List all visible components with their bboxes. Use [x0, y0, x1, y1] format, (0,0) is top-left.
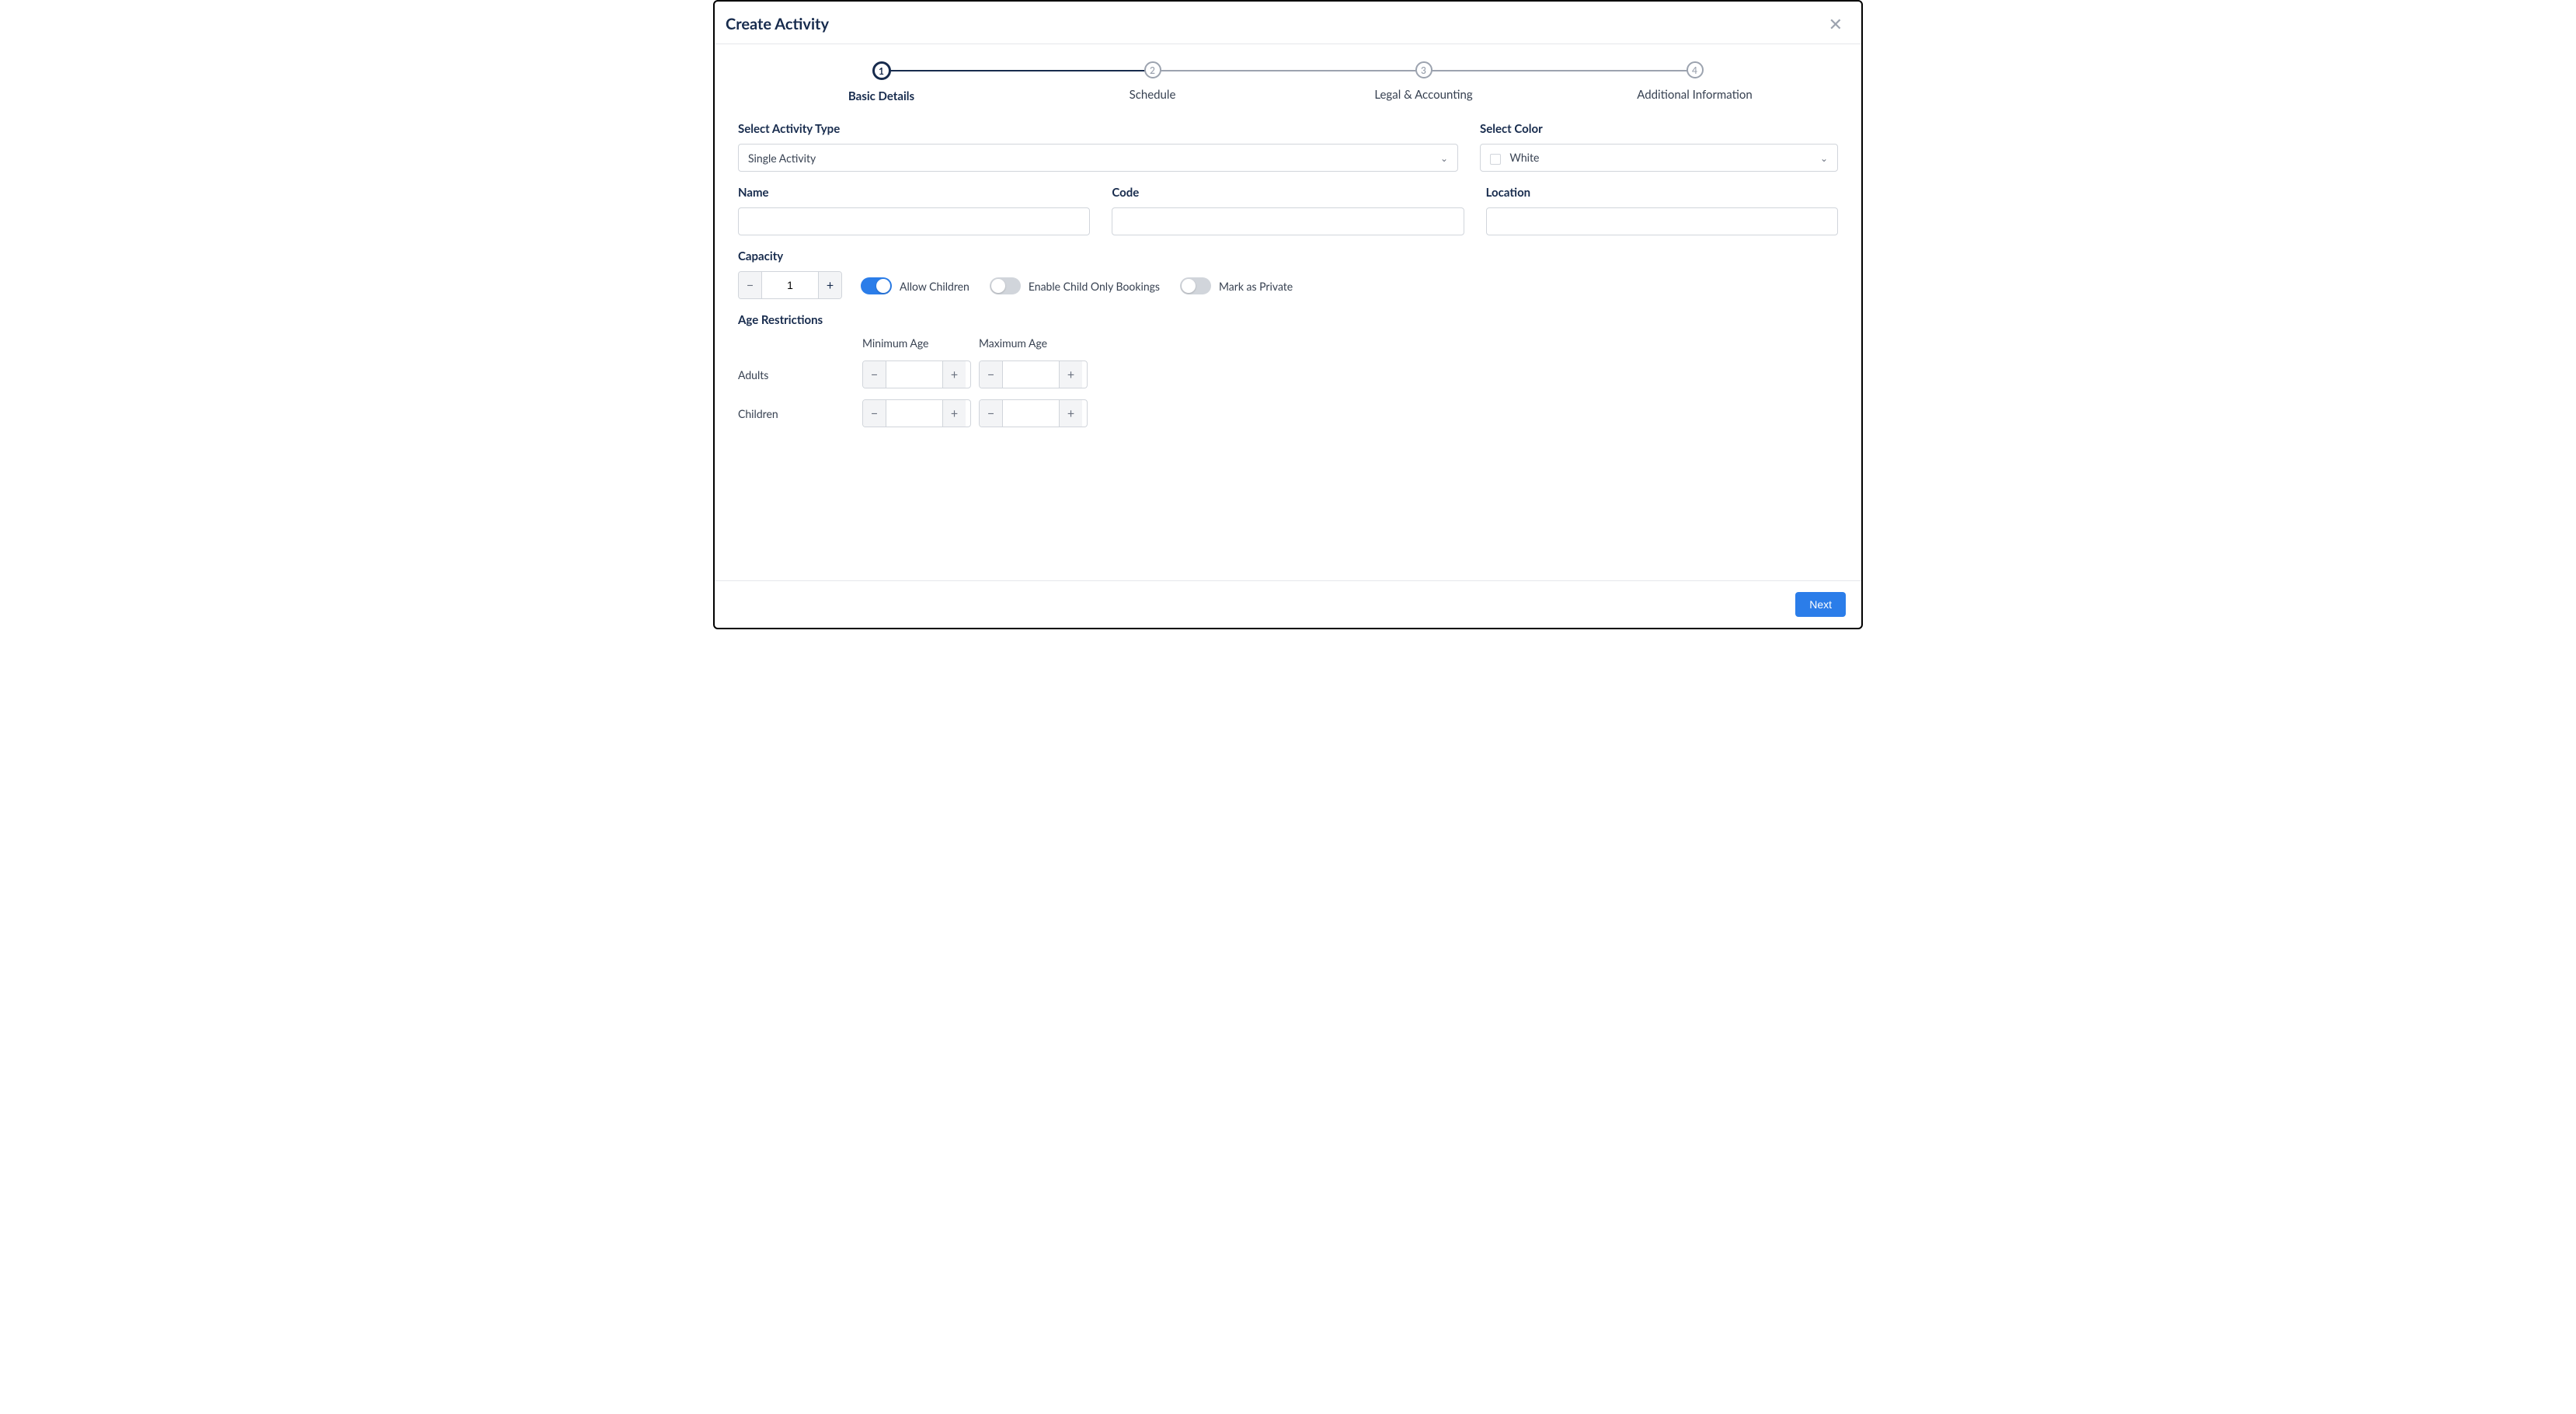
private-label: Mark as Private	[1219, 280, 1293, 293]
capacity-label: Capacity	[738, 249, 1838, 263]
child-max-input[interactable]	[1003, 400, 1059, 427]
create-activity-modal: Create Activity ✕ 1 Basic Details 2 Sche…	[713, 0, 1863, 629]
color-swatch-icon	[1490, 154, 1501, 165]
step-label: Schedule	[1130, 88, 1176, 102]
child-max-decrement[interactable]: −	[980, 400, 1003, 427]
capacity-toggles: Allow Children Enable Child Only Booking…	[861, 277, 1293, 294]
adult-min-increment[interactable]: +	[942, 361, 966, 388]
step-number: 2	[1144, 61, 1161, 78]
adults-row-label: Adults	[738, 368, 855, 381]
code-input[interactable]	[1112, 207, 1464, 235]
step-number: 1	[872, 61, 891, 80]
modal-footer: Next	[715, 580, 1861, 628]
capacity-increment[interactable]: +	[818, 272, 841, 298]
color-value-wrap: White	[1490, 151, 1539, 164]
color-label: Select Color	[1480, 122, 1838, 136]
allow-children-toggle[interactable]	[861, 277, 892, 294]
step-basic-details[interactable]: 1 Basic Details	[746, 61, 1017, 103]
close-icon[interactable]: ✕	[1826, 12, 1846, 36]
chevron-down-icon: ⌄	[1820, 152, 1828, 164]
adult-max-input[interactable]	[1003, 361, 1059, 388]
plus-icon: +	[1067, 406, 1074, 421]
minus-icon: −	[987, 406, 994, 421]
step-number: 4	[1687, 61, 1704, 78]
step-schedule[interactable]: 2 Schedule	[1017, 61, 1288, 102]
plus-icon: +	[951, 406, 958, 421]
children-row-label: Children	[738, 407, 855, 420]
minus-icon: −	[871, 406, 878, 421]
step-label: Additional Information	[1637, 88, 1752, 102]
step-connector	[1153, 70, 1424, 71]
child-min-decrement[interactable]: −	[863, 400, 886, 427]
step-connector	[882, 70, 1153, 71]
toggle-knob	[991, 279, 1005, 293]
activity-type-label: Select Activity Type	[738, 122, 1458, 136]
minus-icon: −	[987, 367, 994, 382]
child-only-label: Enable Child Only Bookings	[1029, 280, 1160, 293]
child-max-increment[interactable]: +	[1059, 400, 1082, 427]
age-restrictions-title: Age Restrictions	[738, 313, 1838, 327]
stepper: 1 Basic Details 2 Schedule 3 Legal & Acc…	[715, 44, 1861, 103]
plus-icon: +	[827, 278, 834, 293]
adult-min-age-stepper: − +	[862, 360, 971, 388]
step-label: Basic Details	[848, 89, 914, 103]
capacity-stepper: − +	[738, 271, 842, 299]
name-input[interactable]	[738, 207, 1090, 235]
name-label: Name	[738, 186, 1090, 200]
child-only-toggle-wrap: Enable Child Only Bookings	[990, 277, 1160, 294]
toggle-knob	[876, 279, 890, 293]
step-legal-accounting[interactable]: 3 Legal & Accounting	[1288, 61, 1559, 102]
toggle-knob	[1182, 279, 1196, 293]
step-additional-information[interactable]: 4 Additional Information	[1559, 61, 1830, 102]
capacity-decrement[interactable]: −	[739, 272, 762, 298]
location-input[interactable]	[1486, 207, 1838, 235]
next-button[interactable]: Next	[1795, 592, 1846, 617]
adult-min-input[interactable]	[886, 361, 942, 388]
min-age-header: Minimum Age	[862, 336, 971, 350]
max-age-header: Maximum Age	[979, 336, 1088, 350]
adult-max-decrement[interactable]: −	[980, 361, 1003, 388]
adult-min-decrement[interactable]: −	[863, 361, 886, 388]
color-select[interactable]: White ⌄	[1480, 144, 1838, 172]
location-label: Location	[1486, 186, 1838, 200]
plus-icon: +	[1067, 367, 1074, 382]
activity-type-value: Single Activity	[748, 152, 816, 165]
adult-max-increment[interactable]: +	[1059, 361, 1082, 388]
step-connector	[1424, 70, 1695, 71]
step-label: Legal & Accounting	[1374, 88, 1472, 102]
adult-max-age-stepper: − +	[979, 360, 1088, 388]
private-toggle[interactable]	[1180, 277, 1211, 294]
minus-icon: −	[871, 367, 878, 382]
child-max-age-stepper: − +	[979, 399, 1088, 427]
color-value: White	[1509, 151, 1539, 164]
private-toggle-wrap: Mark as Private	[1180, 277, 1293, 294]
modal-title: Create Activity	[726, 15, 829, 33]
child-min-age-stepper: − +	[862, 399, 971, 427]
step-number: 3	[1415, 61, 1432, 78]
modal-header: Create Activity ✕	[715, 2, 1861, 44]
age-restrictions-grid: Minimum Age Maximum Age Adults − + − + C…	[738, 336, 1838, 427]
code-label: Code	[1112, 186, 1464, 200]
activity-type-select[interactable]: Single Activity ⌄	[738, 144, 1458, 172]
chevron-down-icon: ⌄	[1440, 152, 1448, 164]
plus-icon: +	[951, 367, 958, 382]
capacity-input[interactable]	[762, 272, 818, 298]
child-only-toggle[interactable]	[990, 277, 1021, 294]
allow-children-toggle-wrap: Allow Children	[861, 277, 969, 294]
allow-children-label: Allow Children	[900, 280, 969, 293]
minus-icon: −	[747, 278, 754, 293]
child-min-input[interactable]	[886, 400, 942, 427]
child-min-increment[interactable]: +	[942, 400, 966, 427]
modal-body: Select Activity Type Single Activity ⌄ S…	[715, 103, 1861, 580]
